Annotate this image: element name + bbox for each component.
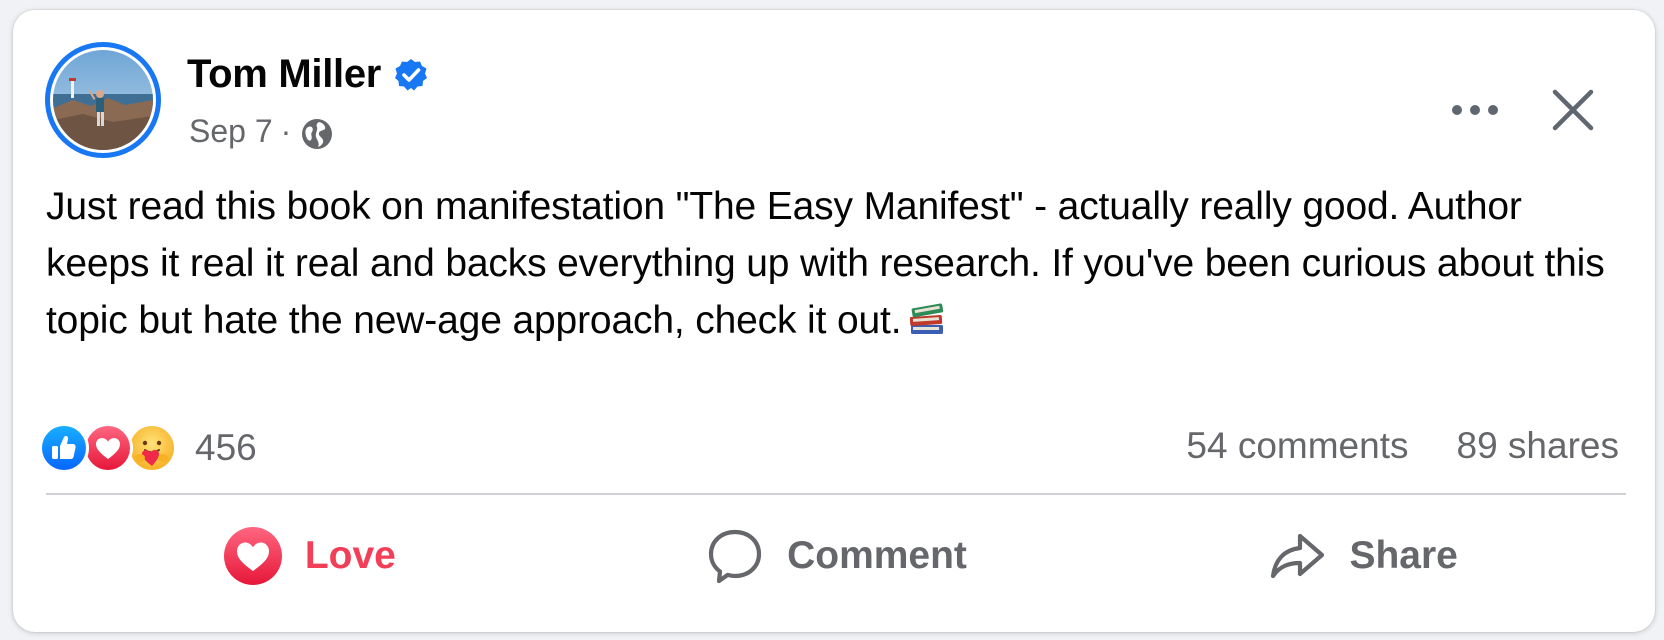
share-icon	[1267, 526, 1327, 586]
post-card: Tom Miller Sep 7 · Just read this book o…	[13, 10, 1655, 632]
meta-separator: ·	[280, 112, 292, 149]
share-button-label: Share	[1349, 534, 1458, 577]
globe-icon[interactable]	[299, 116, 335, 152]
reaction-count[interactable]: 456	[195, 427, 257, 469]
comment-button-label: Comment	[787, 534, 967, 577]
divider	[46, 493, 1626, 495]
comment-button[interactable]: Comment	[573, 506, 1100, 606]
care-reaction-icon	[127, 423, 177, 473]
post-body-text: Just read this book on manifestation "Th…	[46, 185, 1605, 342]
reaction-summary[interactable]: 456	[39, 423, 257, 473]
close-icon[interactable]	[1549, 86, 1597, 134]
author-row: Tom Miller	[187, 52, 429, 97]
shares-count[interactable]: 89 shares	[1457, 425, 1620, 467]
love-button[interactable]: Love	[46, 506, 573, 606]
love-reaction-icon	[83, 423, 133, 473]
avatar[interactable]	[45, 42, 161, 158]
like-reaction-icon	[39, 423, 89, 473]
books-emoji-icon	[907, 298, 947, 338]
avatar-photo	[53, 50, 153, 150]
post-body: Just read this book on manifestation "Th…	[46, 178, 1616, 349]
heart-icon	[223, 526, 283, 586]
love-button-label: Love	[304, 534, 396, 577]
more-options-icon[interactable]	[1445, 90, 1505, 130]
author-name[interactable]: Tom Miller	[187, 52, 381, 97]
verified-badge-icon	[393, 57, 429, 93]
comment-icon	[705, 526, 765, 586]
post-actions: Love Comment Share	[46, 506, 1626, 606]
comments-count[interactable]: 54 comments	[1186, 425, 1408, 467]
share-button[interactable]: Share	[1099, 506, 1626, 606]
post-date[interactable]: Sep 7	[189, 113, 273, 150]
post-meta: Sep 7 ·	[189, 110, 335, 152]
engagement-stats: 54 comments 89 shares	[1186, 425, 1619, 467]
